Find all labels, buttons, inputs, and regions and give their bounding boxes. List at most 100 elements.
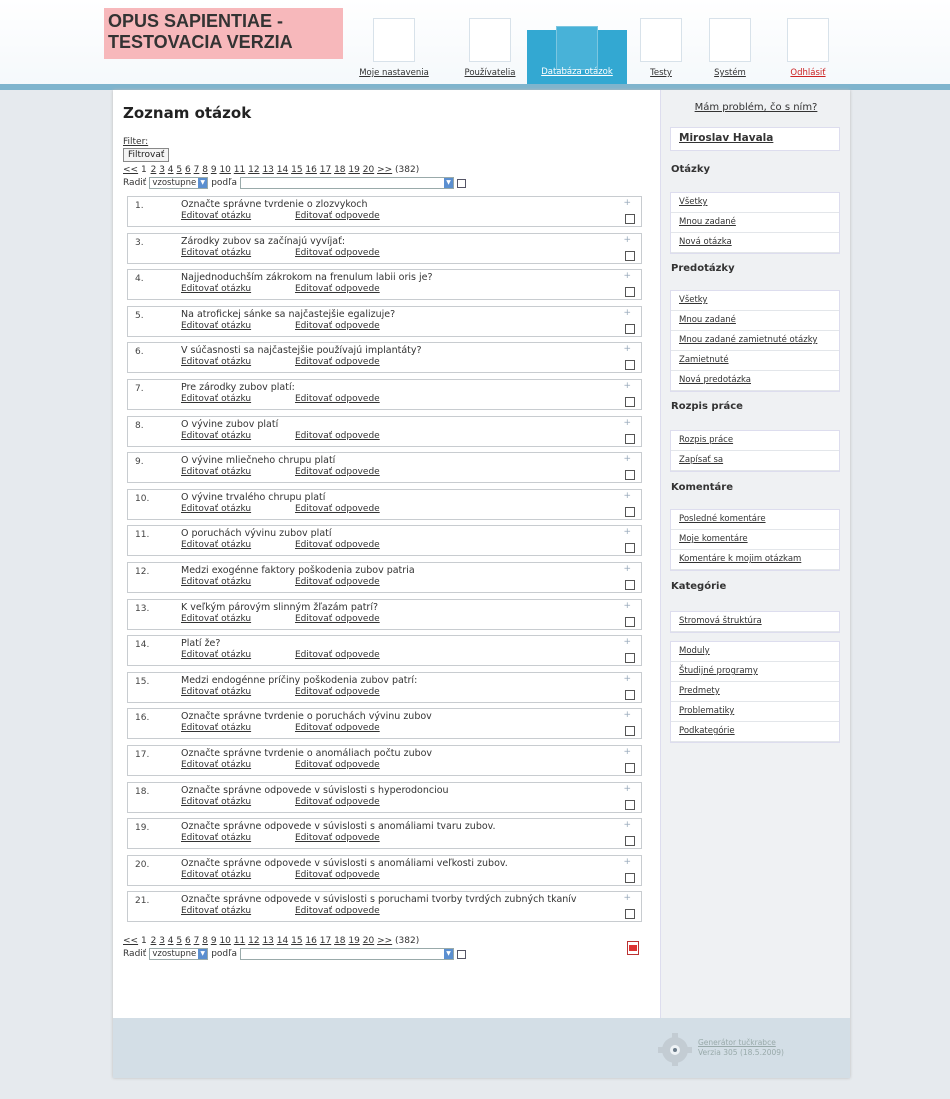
sidebar-menu-item[interactable]: Mnou zadané <box>671 213 839 233</box>
sort-order-select[interactable]: vzostupne ▼ <box>149 948 209 960</box>
nav-tab-4[interactable]: Testy <box>637 18 685 84</box>
question-checkbox[interactable] <box>625 799 635 810</box>
pager-top-page-link[interactable]: 20 <box>363 165 374 175</box>
edit-question-link[interactable]: Editovať otázku <box>181 394 251 404</box>
edit-answers-link[interactable]: Editovať odpovede <box>295 467 380 477</box>
question-checkbox[interactable] <box>625 909 635 920</box>
help-link[interactable]: Mám problém, čo s ním? <box>661 102 851 113</box>
edit-question-link[interactable]: Editovať otázku <box>181 467 251 477</box>
pager-bottom-page-link[interactable]: 4 <box>168 936 174 946</box>
question-checkbox[interactable] <box>625 543 635 554</box>
edit-answers-link[interactable]: Editovať odpovede <box>295 394 380 404</box>
plus-icon[interactable]: + <box>623 857 631 867</box>
pager-top-page-link[interactable]: 16 <box>305 165 316 175</box>
pager-top-page-link[interactable]: 10 <box>219 165 230 175</box>
edit-question-link[interactable]: Editovať otázku <box>181 760 251 770</box>
question-checkbox[interactable] <box>625 726 635 737</box>
plus-icon[interactable]: + <box>623 820 631 830</box>
plus-icon[interactable]: + <box>623 344 631 354</box>
pager-top-page-link[interactable]: 19 <box>348 165 359 175</box>
sidebar-menu-item[interactable]: Všetky <box>671 193 839 213</box>
pager-top-page-link[interactable]: 3 <box>159 165 165 175</box>
plus-icon[interactable]: + <box>623 235 631 245</box>
plus-icon[interactable]: + <box>623 418 631 428</box>
pager-top-page-link[interactable]: 11 <box>234 165 245 175</box>
edit-question-link[interactable]: Editovať otázku <box>181 870 251 880</box>
plus-icon[interactable]: + <box>623 747 631 757</box>
edit-question-link[interactable]: Editovať otázku <box>181 357 251 367</box>
plus-icon[interactable]: + <box>623 674 631 684</box>
edit-question-link[interactable]: Editovať otázku <box>181 614 251 624</box>
nav-tab-1[interactable]: Moje nastavenia <box>351 18 437 84</box>
sidebar-menu-item[interactable]: Všetky <box>671 291 839 311</box>
question-checkbox[interactable] <box>625 323 635 334</box>
sidebar-menu-item[interactable]: Stromová štruktúra <box>671 612 839 632</box>
plus-icon[interactable]: + <box>623 491 631 501</box>
pager-bottom-page-link[interactable]: 20 <box>363 936 374 946</box>
nav-tab-label[interactable]: Odhlásiť <box>775 68 841 78</box>
pager-bottom-page-link[interactable]: 6 <box>185 936 191 946</box>
sidebar-menu-item[interactable]: Nová otázka <box>671 233 839 253</box>
question-checkbox[interactable] <box>625 653 635 664</box>
pager-top-prev-link[interactable]: << <box>123 165 138 175</box>
edit-answers-link[interactable]: Editovať odpovede <box>295 577 380 587</box>
question-checkbox[interactable] <box>625 470 635 481</box>
pager-bottom-page-link[interactable]: 17 <box>320 936 331 946</box>
pager-bottom-page-link[interactable]: 15 <box>291 936 302 946</box>
edit-question-link[interactable]: Editovať otázku <box>181 431 251 441</box>
plus-icon[interactable]: + <box>623 308 631 318</box>
pager-bottom-page-link[interactable]: 14 <box>277 936 288 946</box>
pager-bottom-page-link[interactable]: 11 <box>234 936 245 946</box>
nav-tab-3[interactable]: Databáza otázok <box>527 26 627 84</box>
sidebar-menu-item[interactable]: Podkategórie <box>671 722 839 742</box>
edit-answers-link[interactable]: Editovať odpovede <box>295 284 380 294</box>
question-checkbox[interactable] <box>625 360 635 371</box>
plus-icon[interactable]: + <box>623 893 631 903</box>
pager-bottom-page-link[interactable]: 10 <box>219 936 230 946</box>
edit-question-link[interactable]: Editovať otázku <box>181 504 251 514</box>
pdf-export-icon[interactable] <box>627 941 639 955</box>
edit-question-link[interactable]: Editovať otázku <box>181 540 251 550</box>
pager-top-next-link[interactable]: >> <box>377 165 392 175</box>
pager-bottom-page-link[interactable]: 16 <box>305 936 316 946</box>
pager-top-page-link[interactable]: 8 <box>202 165 208 175</box>
edit-answers-link[interactable]: Editovať odpovede <box>295 833 380 843</box>
nav-tab-6[interactable]: Odhlásiť <box>775 18 841 84</box>
edit-question-link[interactable]: Editovať otázku <box>181 687 251 697</box>
plus-icon[interactable]: + <box>623 601 631 611</box>
edit-question-link[interactable]: Editovať otázku <box>181 833 251 843</box>
pager-top-page-link[interactable]: 7 <box>194 165 200 175</box>
pager-bottom-page-link[interactable]: 19 <box>348 936 359 946</box>
sort-field-select[interactable]: ▼ <box>240 948 455 960</box>
edit-answers-link[interactable]: Editovať odpovede <box>295 211 380 221</box>
sidebar-menu-item[interactable]: Komentáre k mojim otázkam <box>671 550 839 570</box>
sidebar-menu-item[interactable]: Zamietnuté <box>671 351 839 371</box>
sidebar-menu-item[interactable]: Predmety <box>671 682 839 702</box>
sort-checkbox[interactable] <box>457 949 467 959</box>
pager-bottom-page-link[interactable]: 8 <box>202 936 208 946</box>
nav-tab-label[interactable]: Moje nastavenia <box>351 68 437 78</box>
sidebar-menu-item[interactable]: Moduly <box>671 642 839 662</box>
edit-answers-link[interactable]: Editovať odpovede <box>295 540 380 550</box>
sidebar-menu-item[interactable]: Problematiky <box>671 702 839 722</box>
sidebar-menu-item[interactable]: Posledné komentáre <box>671 510 839 530</box>
pager-bottom-prev-link[interactable]: << <box>123 936 138 946</box>
nav-tab-label[interactable]: Systém <box>697 68 763 78</box>
question-checkbox[interactable] <box>625 836 635 847</box>
edit-answers-link[interactable]: Editovať odpovede <box>295 906 380 916</box>
sidebar-menu-item[interactable]: Mnou zadané <box>671 311 839 331</box>
edit-question-link[interactable]: Editovať otázku <box>181 650 251 660</box>
question-checkbox[interactable] <box>625 214 635 224</box>
pager-top-page-link[interactable]: 2 <box>151 165 157 175</box>
edit-answers-link[interactable]: Editovať odpovede <box>295 248 380 258</box>
nav-tab-5[interactable]: Systém <box>697 18 763 84</box>
question-checkbox[interactable] <box>625 433 635 444</box>
question-checkbox[interactable] <box>625 763 635 773</box>
question-checkbox[interactable] <box>625 506 635 517</box>
sidebar-menu-item[interactable]: Nová predotázka <box>671 371 839 391</box>
pager-bottom-page-link[interactable]: 3 <box>159 936 165 946</box>
edit-answers-link[interactable]: Editovať odpovede <box>295 650 380 660</box>
pager-top-page-link[interactable]: 17 <box>320 165 331 175</box>
pager-top-page-link[interactable]: 18 <box>334 165 345 175</box>
pager-bottom-next-link[interactable]: >> <box>377 936 392 946</box>
